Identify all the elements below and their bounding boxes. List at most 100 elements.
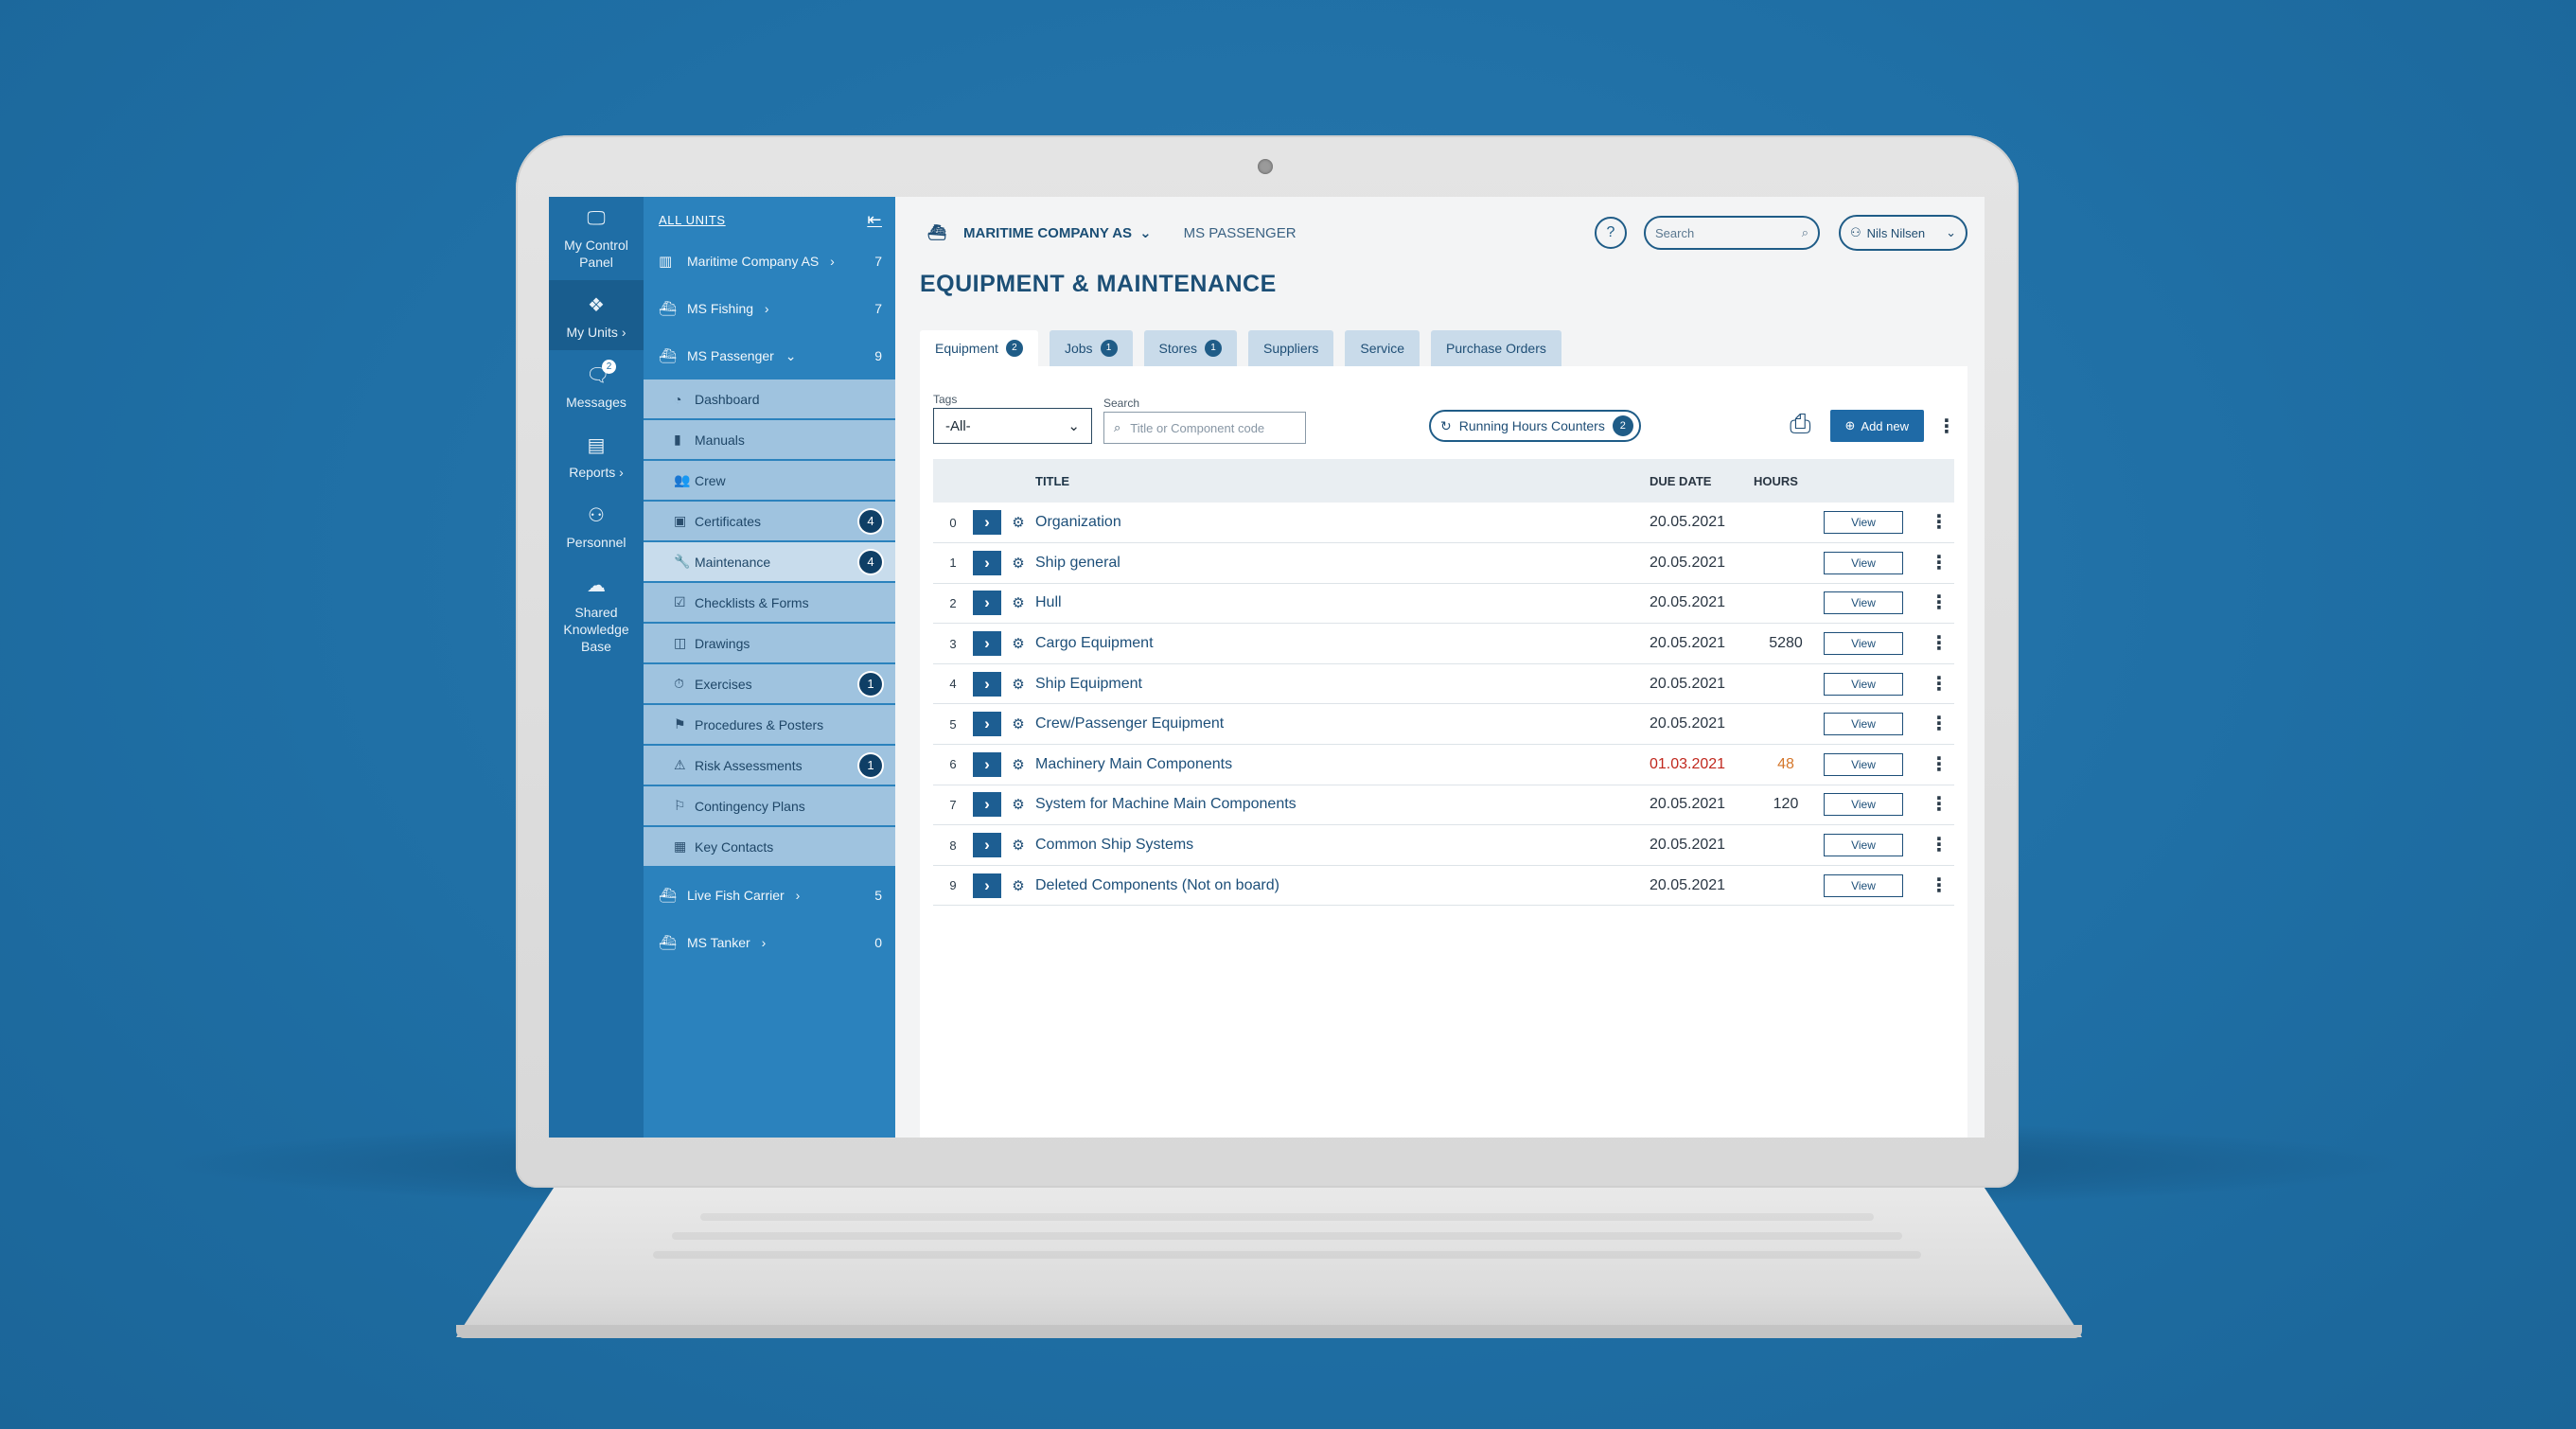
add-new-button[interactable]: ⊕ Add new [1829, 410, 1924, 442]
help-button[interactable]: ? [1595, 217, 1627, 249]
table-row[interactable]: 0 › ⚙ Organization 20.05.2021 View ⋮ [933, 503, 1954, 544]
table-row[interactable]: 3 › ⚙ Cargo Equipment 20.05.2021 5280 Vi… [933, 623, 1954, 664]
sidebar-unit-ms-fishing[interactable]: ⛴ MS Fishing › 7 [644, 285, 895, 332]
running-hours-counters-button[interactable]: ↻ Running Hours Counters 2 [1429, 410, 1641, 442]
rail-item-my-units[interactable]: ❖ My Units › [549, 280, 644, 350]
column-header-hours[interactable]: HOURS [1748, 459, 1824, 503]
row-more-options-icon[interactable]: ⋮ [1930, 593, 1949, 612]
row-more-options-icon[interactable]: ⋮ [1930, 554, 1949, 573]
view-button[interactable]: View [1824, 793, 1903, 817]
view-button[interactable]: View [1824, 551, 1903, 574]
rail-item-messages[interactable]: 🗨 2 Messages [549, 350, 644, 420]
ship-icon: ⛴ [659, 301, 678, 317]
sidebar-unit-ms-tanker[interactable]: ⛴ MS Tanker › 0 [644, 919, 895, 966]
equipment-title-link[interactable]: Ship Equipment [1035, 663, 1650, 705]
sidebar-item-exercises[interactable]: ⏱ Exercises 1 [644, 664, 895, 705]
expand-row-button[interactable]: › [973, 712, 1001, 737]
column-header-due-date[interactable]: DUE DATE [1650, 459, 1748, 503]
sidebar-item-dashboard[interactable]: ◔ Dashboard [644, 379, 895, 420]
row-more-options-icon[interactable]: ⋮ [1930, 714, 1949, 733]
rail-item-personnel[interactable]: ⚇ Personnel [549, 490, 644, 560]
equipment-title-link[interactable]: Machinery Main Components [1035, 744, 1650, 785]
expand-row-button[interactable]: › [973, 792, 1001, 818]
tags-select[interactable]: -All- ⌄ [933, 408, 1092, 444]
collapse-sidebar-icon[interactable]: ⇤ [867, 210, 882, 230]
view-button[interactable]: View [1824, 591, 1903, 615]
equipment-title-link[interactable]: Crew/Passenger Equipment [1035, 703, 1650, 746]
sidebar-item-certificates[interactable]: ▣ Certificates 4 [644, 502, 895, 542]
equipment-title-link[interactable]: System for Machine Main Components [1035, 785, 1650, 826]
sidebar-item-procedures-posters[interactable]: ⚑ Procedures & Posters [644, 705, 895, 746]
row-more-options-icon[interactable]: ⋮ [1930, 795, 1949, 814]
sidebar-unit-ms-passenger[interactable]: ⛴ MS Passenger ⌄ 9 [644, 332, 895, 379]
tab-purchase-orders[interactable]: Purchase Orders [1431, 330, 1561, 366]
table-row[interactable]: 7 › ⚙ System for Machine Main Components… [933, 785, 1954, 826]
row-more-options-icon[interactable]: ⋮ [1930, 836, 1949, 855]
sidebar-item-manuals[interactable]: ▮ Manuals [644, 420, 895, 461]
equipment-title-link[interactable]: Ship general [1035, 542, 1650, 584]
tab-equipment[interactable]: Equipment 2 [920, 330, 1038, 366]
view-button[interactable]: View [1824, 632, 1903, 656]
view-button[interactable]: View [1824, 511, 1903, 535]
expand-row-button[interactable]: › [973, 751, 1001, 777]
table-row[interactable]: 8 › ⚙ Common Ship Systems 20.05.2021 Vie… [933, 824, 1954, 866]
view-button[interactable]: View [1824, 713, 1903, 736]
crew-icon: 👥 [674, 472, 691, 487]
sidebar-item-risk-assessments[interactable]: ⚠ Risk Assessments 1 [644, 746, 895, 786]
row-more-options-icon[interactable]: ⋮ [1930, 755, 1949, 774]
view-button[interactable]: View [1824, 834, 1903, 857]
equipment-title-link[interactable]: Common Ship Systems [1035, 824, 1650, 866]
expand-row-button[interactable]: › [973, 591, 1001, 616]
more-options-icon[interactable]: ⋮ [1937, 417, 1956, 436]
view-button[interactable]: View [1824, 873, 1903, 897]
global-search-input[interactable]: Search ⌕ [1644, 216, 1820, 250]
sidebar-item-maintenance[interactable]: 🔧 Maintenance 4 [644, 542, 895, 583]
sidebar-item-checklists-forms[interactable]: ☑ Checklists & Forms [644, 583, 895, 624]
sidebar-item-drawings[interactable]: ◫ Drawings [644, 624, 895, 664]
equipment-title-link[interactable]: Organization [1035, 503, 1650, 544]
sidebar-item-key-contacts[interactable]: ▦ Key Contacts [644, 827, 895, 868]
expand-row-button[interactable]: › [973, 873, 1001, 898]
rail-item-reports[interactable]: ▤ Reports › [549, 420, 644, 490]
sidebar-item-crew[interactable]: 👥 Crew [644, 461, 895, 502]
equipment-title-link[interactable]: Cargo Equipment [1035, 623, 1650, 664]
ship-icon: ⛴ [659, 935, 678, 951]
printer-icon[interactable]: ⎙ [1790, 409, 1810, 440]
view-button[interactable]: View [1824, 752, 1903, 776]
column-header-title[interactable]: TITLE [1035, 459, 1650, 503]
component-search-input[interactable]: ⌕ Title or Component code [1103, 412, 1306, 444]
equipment-title-link[interactable]: Deleted Components (Not on board) [1035, 865, 1650, 907]
row-more-options-icon[interactable]: ⋮ [1930, 513, 1949, 532]
view-button[interactable]: View [1824, 672, 1903, 696]
expand-row-button[interactable]: › [973, 550, 1001, 575]
rail-item-my-control-panel[interactable]: 🖵 My Control Panel [549, 197, 644, 280]
row-more-options-icon[interactable]: ⋮ [1930, 634, 1949, 653]
laptop-base-edge [456, 1325, 2082, 1338]
tab-jobs[interactable]: Jobs 1 [1049, 330, 1133, 366]
table-row[interactable]: 5 › ⚙ Crew/Passenger Equipment 20.05.202… [933, 703, 1954, 746]
row-more-options-icon[interactable]: ⋮ [1930, 876, 1949, 895]
sidebar-unit-live-fish-carrier[interactable]: ⛴ Live Fish Carrier › 5 [644, 872, 895, 919]
tab-stores[interactable]: Stores 1 [1143, 330, 1237, 366]
expand-row-button[interactable]: › [973, 631, 1001, 657]
table-row[interactable]: 9 › ⚙ Deleted Components (Not on board) … [933, 865, 1954, 907]
expand-row-button[interactable]: › [973, 510, 1001, 536]
all-units-link[interactable]: ALL UNITS [659, 213, 726, 227]
expand-row-button[interactable]: › [973, 671, 1001, 697]
cloud-upload-icon: ☁ [587, 575, 606, 596]
vessel-breadcrumb[interactable]: MS PASSENGER [1184, 225, 1297, 241]
row-more-options-icon[interactable]: ⋮ [1930, 675, 1949, 694]
table-row[interactable]: 4 › ⚙ Ship Equipment 20.05.2021 View ⋮ [933, 663, 1954, 705]
table-row[interactable]: 1 › ⚙ Ship general 20.05.2021 View ⋮ [933, 542, 1954, 584]
sidebar-item-contingency-plans[interactable]: ⚐ Contingency Plans [644, 786, 895, 827]
expand-row-button[interactable]: › [973, 833, 1001, 858]
rail-item-shared-knowledge-base[interactable]: ☁ Shared Knowledge Base [549, 560, 644, 664]
tab-service[interactable]: Service [1345, 330, 1420, 366]
tab-suppliers[interactable]: Suppliers [1247, 330, 1334, 366]
sidebar-unit-maritime-company-as[interactable]: ▥ Maritime Company AS › 7 [644, 238, 895, 285]
table-row[interactable]: 2 › ⚙ Hull 20.05.2021 View ⋮ [933, 583, 1954, 625]
table-row[interactable]: 6 › ⚙ Machinery Main Components 01.03.20… [933, 744, 1954, 785]
equipment-title-link[interactable]: Hull [1035, 583, 1650, 625]
company-selector[interactable]: ⛴ MARITIME COMPANY AS ⌄ [920, 223, 1152, 242]
user-menu-button[interactable]: ⚇ Nils Nilsen ⌄ [1839, 215, 1967, 251]
